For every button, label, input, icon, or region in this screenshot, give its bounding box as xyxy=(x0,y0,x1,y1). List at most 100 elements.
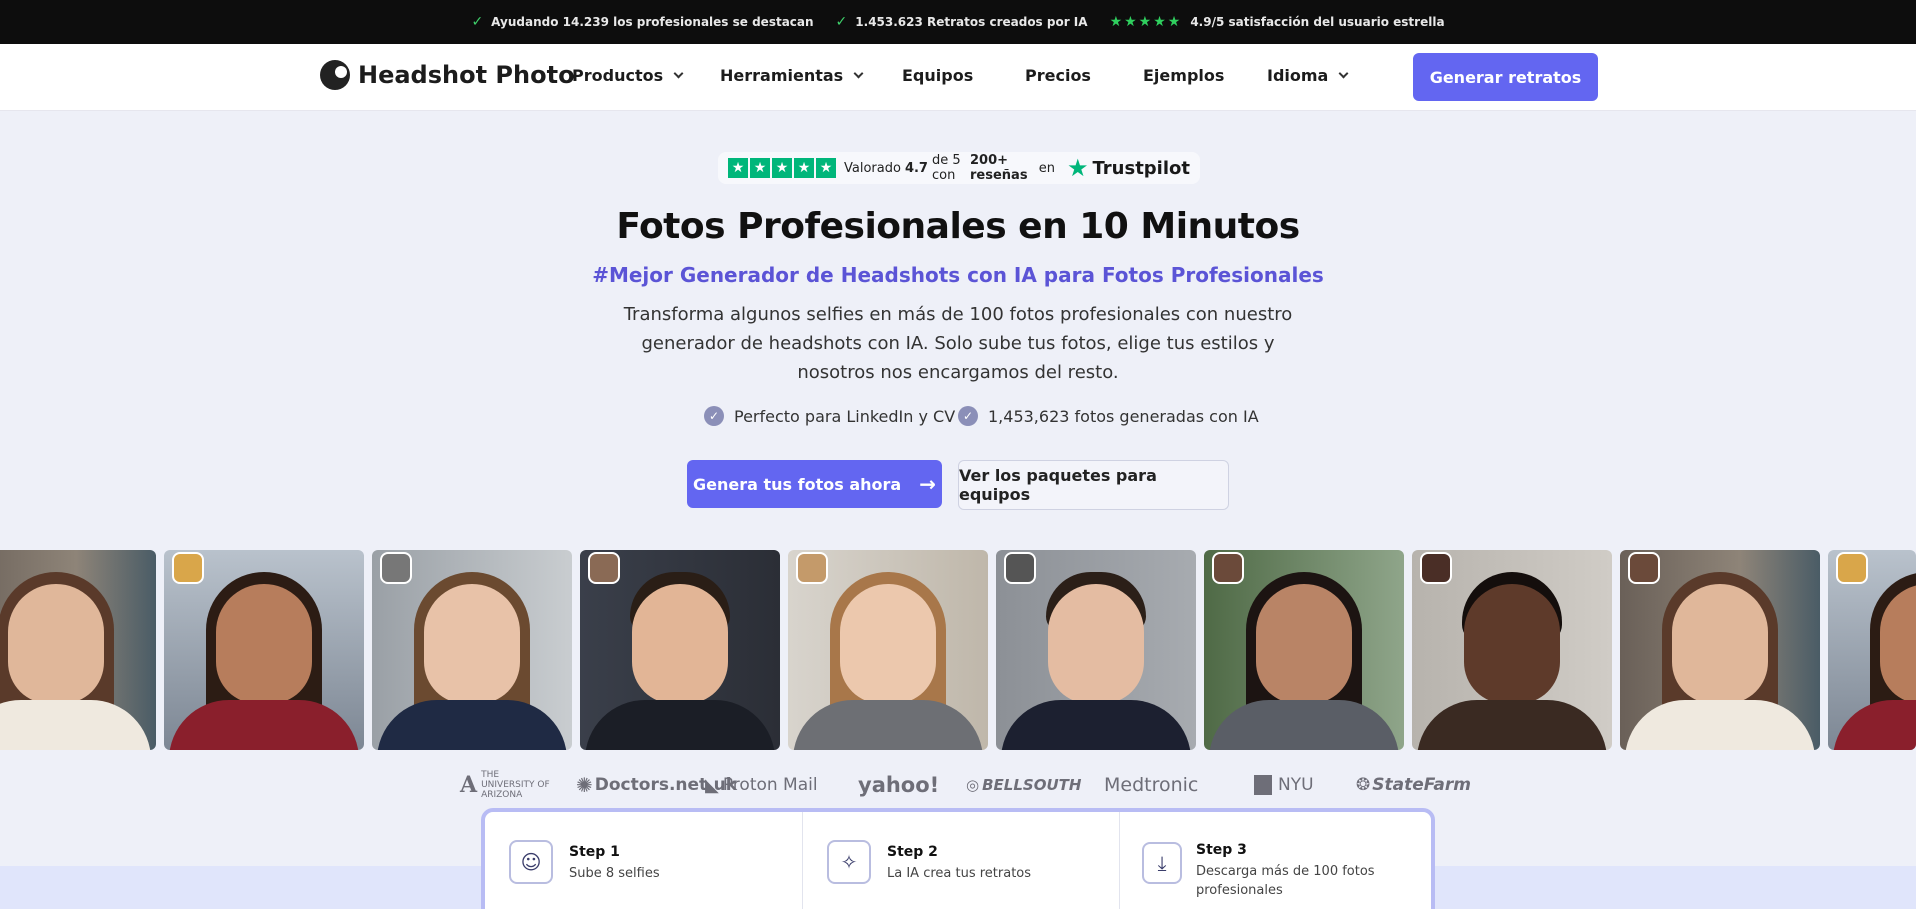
client-logos: A THE UNIVERSITY OF ARIZONA ✺ Doctors.ne… xyxy=(0,770,1916,800)
site-logo[interactable]: Headshot Photo xyxy=(320,60,575,90)
main-nav: Headshot Photo Productos Herramientas Eq… xyxy=(0,44,1916,111)
portrait-card[interactable] xyxy=(1412,550,1612,750)
hero-subtitle: #Mejor Generador de Headshots con IA par… xyxy=(592,263,1324,287)
arrow-right-icon: → xyxy=(919,472,936,496)
trustpilot-rating[interactable]: ★ ★ ★ ★ ★ Valorado 4.7 de 5 con 200+ res… xyxy=(718,152,1200,184)
button-label: Genera tus fotos ahora xyxy=(693,474,902,494)
portrait-card[interactable] xyxy=(1204,550,1404,750)
step-2: ✧ Step 2 La IA crea tus retratos xyxy=(803,812,1120,909)
portrait-card[interactable] xyxy=(164,550,364,750)
selfie-thumbnail xyxy=(1836,552,1868,584)
chevron-down-icon xyxy=(853,68,864,79)
trustpilot-stars: ★ ★ ★ ★ ★ xyxy=(728,158,836,178)
trustpilot-logo: ★ Trustpilot xyxy=(1067,154,1190,182)
check-icon: ✓ xyxy=(471,14,484,30)
step-title: Step 3 xyxy=(1196,842,1247,858)
nav-precios[interactable]: Precios xyxy=(1025,66,1091,85)
hero-title: Fotos Profesionales en 10 Minutos xyxy=(616,206,1300,247)
feature-generated-count: ✓ 1,453,623 fotos generadas con IA xyxy=(958,406,1259,426)
feature-linkedin: ✓ Perfecto para LinkedIn y CV xyxy=(704,406,955,426)
logo-yahoo: yahoo! xyxy=(858,770,939,800)
star-rating-icon: ★★★★★ xyxy=(1109,14,1183,30)
generate-portraits-button[interactable]: Generar retratos xyxy=(1413,53,1598,101)
portrait-card[interactable] xyxy=(580,550,780,750)
logo-icon xyxy=(320,60,350,90)
chevron-down-icon xyxy=(673,68,684,79)
star-icon: ★ xyxy=(794,158,814,178)
selfie-thumbnail xyxy=(796,552,828,584)
star-icon: ★ xyxy=(728,158,748,178)
portrait-card[interactable] xyxy=(0,550,156,750)
nav-productos[interactable]: Productos xyxy=(572,66,684,85)
logo-text: Headshot Photo xyxy=(358,61,575,89)
nav-label: Idioma xyxy=(1267,66,1329,85)
logo-text: StateFarm xyxy=(1372,775,1471,795)
nav-herramientas[interactable]: Herramientas xyxy=(720,66,864,85)
feature-text: 1,453,623 fotos generadas con IA xyxy=(988,406,1259,426)
selfie-thumbnail xyxy=(588,552,620,584)
logo-text: yahoo! xyxy=(858,773,940,797)
check-circle-icon: ✓ xyxy=(958,406,978,426)
star-icon: ★ xyxy=(772,158,792,178)
nav-label: Productos xyxy=(572,66,664,85)
selfie-thumbnail xyxy=(1212,552,1244,584)
trustpilot-text-pre: Valorado xyxy=(844,160,901,176)
nav-label: Precios xyxy=(1025,66,1091,85)
trustpilot-text-mid: de 5 con xyxy=(931,153,961,183)
step-description: Descarga más de 100 fotos profesionales xyxy=(1196,864,1375,898)
announcement-text: 1.453.623 Retratos creados por IA xyxy=(855,15,1088,29)
logo-text: NYU xyxy=(1278,775,1314,795)
nav-equipos[interactable]: Equipos xyxy=(902,66,973,85)
trustpilot-text-post: en xyxy=(1038,160,1055,176)
logo-university-arizona: A THE UNIVERSITY OF ARIZONA xyxy=(460,770,550,800)
step-description: Sube 8 selfies xyxy=(569,866,660,881)
logo-protonmail: ◣ Proton Mail xyxy=(705,774,818,796)
team-packages-button[interactable]: Ver los paquetes para equipos xyxy=(958,460,1229,510)
selfie-thumbnail xyxy=(380,552,412,584)
trustpilot-star-icon: ★ xyxy=(1066,154,1089,182)
step-title: Step 2 xyxy=(887,844,938,860)
logo-nyu: NYU xyxy=(1254,770,1314,800)
logo-statefarm: ❂ StateFarm xyxy=(1356,775,1471,795)
portrait-card[interactable] xyxy=(1620,550,1820,750)
step-3: ⤓ Step 3 Descarga más de 100 fotos profe… xyxy=(1120,812,1431,909)
portrait-card[interactable] xyxy=(1828,550,1916,750)
star-icon: ★ xyxy=(750,158,770,178)
announcement-portraits: ✓ 1.453.623 Retratos creados por IA xyxy=(836,14,1088,30)
selfie-thumbnail xyxy=(1004,552,1036,584)
selfie-thumbnail xyxy=(172,552,204,584)
step-1: ☺ Step 1 Sube 8 selfies xyxy=(485,812,803,909)
generate-photos-button[interactable]: Genera tus fotos ahora → xyxy=(687,460,942,508)
star-icon: ★ xyxy=(816,158,836,178)
portrait-card[interactable] xyxy=(996,550,1196,750)
announcement-rating: ★★★★★ 4.9/5 satisfacción del usuario est… xyxy=(1110,14,1445,30)
trustpilot-reviews: 200+ reseñas xyxy=(970,153,1028,183)
sparkle-icon: ✧ xyxy=(827,840,871,884)
step-description: La IA crea tus retratos xyxy=(887,866,1032,881)
announcement-bar: ✓ Ayudando 14.239 los profesionales se d… xyxy=(0,0,1916,44)
nav-label: Herramientas xyxy=(720,66,844,85)
smile-icon: ☺ xyxy=(509,840,553,884)
announcement-text: 4.9/5 satisfacción del usuario estrella xyxy=(1190,15,1445,29)
logo-bellsouth: ◎ BELLSOUTH xyxy=(966,776,1082,794)
nav-label: Ejemplos xyxy=(1143,66,1225,85)
logo-text: THE UNIVERSITY OF ARIZONA xyxy=(481,770,550,800)
portrait-card[interactable] xyxy=(372,550,572,750)
logo-text: Proton Mail xyxy=(722,775,818,795)
logo-medtronic: Medtronic xyxy=(1104,770,1198,800)
check-circle-icon: ✓ xyxy=(704,406,724,426)
trustpilot-score: 4.7 xyxy=(904,160,928,176)
check-icon: ✓ xyxy=(835,14,848,30)
step-title: Step 1 xyxy=(569,844,620,860)
chevron-down-icon xyxy=(1338,68,1349,79)
hero-description: Transforma algunos selfies en más de 100… xyxy=(623,304,1293,383)
nav-label: Equipos xyxy=(902,66,974,85)
trustpilot-brand: Trustpilot xyxy=(1092,157,1190,179)
logo-text: Medtronic xyxy=(1104,774,1199,796)
selfie-thumbnail xyxy=(1420,552,1452,584)
nav-ejemplos[interactable]: Ejemplos xyxy=(1143,66,1224,85)
announcement-text: Ayudando 14.239 los profesionales se des… xyxy=(491,15,814,29)
portrait-card[interactable] xyxy=(788,550,988,750)
nav-idioma[interactable]: Idioma xyxy=(1267,66,1349,85)
download-icon: ⤓ xyxy=(1142,842,1182,884)
